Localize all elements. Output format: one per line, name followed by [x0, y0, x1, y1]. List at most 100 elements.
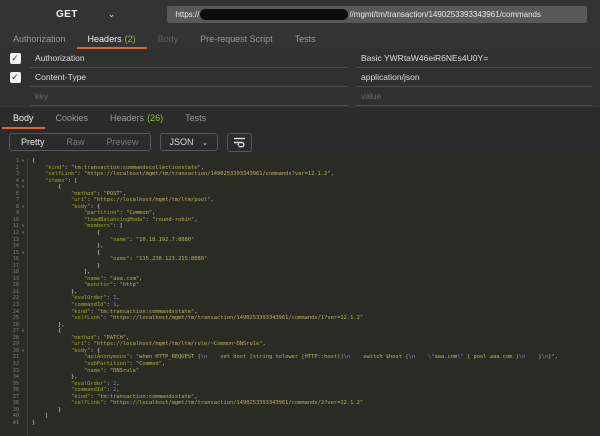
tab-count-badge: (26): [147, 113, 163, 123]
token-key: "kind": [71, 309, 90, 315]
token-string: "https://localhost/mgmt/tm/ltm/rule/~Com…: [94, 341, 263, 347]
response-tab-body[interactable]: Body: [2, 107, 45, 129]
token-punct: [32, 191, 71, 197]
response-toolbar: PrettyRawPreview JSON ⌄: [0, 129, 600, 155]
checkbox-cell: ✓: [0, 53, 30, 64]
token-punct: [32, 171, 45, 177]
url-input[interactable]: https:////mgmt/tm/transaction/1490253393…: [167, 6, 587, 23]
token-punct: [32, 197, 71, 203]
token-key: "selfLink": [45, 171, 77, 177]
token-string: aaa.com: [435, 354, 458, 360]
format-select[interactable]: JSON ⌄: [160, 133, 219, 151]
token-string: "https://localhost/mgmt/tm/ltm/pool": [94, 197, 211, 203]
token-string: "tm:transaction:commandsstate": [97, 394, 194, 400]
tab-label: Headers: [110, 113, 144, 123]
token-string: "tm:transaction:commandscollectionstate": [71, 165, 201, 171]
token-string: "https://localhost/mgmt/tm/transaction/1…: [84, 171, 331, 177]
checkbox-checked[interactable]: ✓: [10, 53, 21, 64]
token-punct: ,: [162, 361, 165, 367]
tab-count-badge: (2): [125, 34, 136, 44]
token-string: set host [string tolower [HTTP::host]]: [207, 354, 343, 360]
token-punct: }: [32, 420, 35, 426]
view-mode-pretty[interactable]: Pretty: [10, 134, 56, 150]
view-mode-raw[interactable]: Raw: [56, 134, 96, 150]
token-punct: [32, 204, 71, 210]
token-key: "body": [71, 204, 90, 210]
token-key: "name": [110, 256, 129, 262]
tab-label: Authorization: [13, 34, 66, 44]
token-string: "https://localhost/mgmt/tm/transaction/1…: [110, 400, 363, 406]
token-key: "selfLink": [71, 315, 103, 321]
token-key: "method": [71, 335, 97, 341]
response-tabs: BodyCookiesHeaders(26)Tests: [0, 106, 600, 129]
token-punct: ,: [555, 354, 558, 360]
token-punct: ,: [123, 191, 126, 197]
url-path: //mgmt/tm/transaction/1490253393343961/c…: [349, 10, 541, 19]
response-tab-cookies[interactable]: Cookies: [45, 107, 100, 129]
token-punct: ,: [194, 309, 197, 315]
token-key: "evalOrder": [71, 381, 107, 387]
tab-label: Body: [13, 113, 34, 123]
token-key: "uri": [71, 341, 87, 347]
token-key: "evalOrder": [71, 295, 107, 301]
token-key: "members": [84, 223, 113, 229]
format-label: JSON: [170, 137, 194, 147]
token-punct: ,: [211, 197, 214, 203]
token-punct: ]: [32, 413, 48, 419]
request-tab-headers[interactable]: Headers(2): [77, 28, 147, 49]
token-string: "DNSrule": [110, 368, 139, 374]
token-punct: ,: [116, 381, 119, 387]
token-punct: {: [32, 230, 100, 236]
token-punct: },: [32, 322, 64, 328]
token-string: "POST": [103, 191, 122, 197]
token-punct: ,: [201, 165, 204, 171]
wrap-lines-icon: [233, 136, 246, 148]
token-punct: }: [32, 263, 100, 269]
token-punct: }: [32, 407, 61, 413]
header-key-field[interactable]: key: [30, 87, 348, 106]
request-tab-authorization[interactable]: Authorization: [2, 28, 77, 49]
token-string: { pool aaa.com }: [464, 354, 519, 360]
token-string: "tm:transaction:commandsstate": [97, 309, 194, 315]
header-key-field[interactable]: Authorization: [30, 49, 348, 68]
token-punct: [32, 282, 84, 288]
tab-label: Tests: [295, 34, 316, 44]
token-string: "http": [120, 282, 139, 288]
response-tab-tests[interactable]: Tests: [174, 107, 217, 129]
token-string: "Common": [126, 210, 152, 216]
request-bar: GET ⌄ https:////mgmt/tm/transaction/1490…: [0, 0, 600, 28]
token-punct: : [: [113, 223, 123, 229]
token-punct: {: [32, 158, 35, 164]
header-value-field[interactable]: value: [356, 87, 592, 106]
token-punct: [32, 237, 110, 243]
checkbox-checked[interactable]: ✓: [10, 72, 21, 83]
token-key: "name": [84, 368, 103, 374]
token-string: "Common": [136, 361, 162, 367]
header-value-field[interactable]: application/json: [356, 68, 592, 87]
header-value-field[interactable]: Basic YWRtaW46eiR6NEs4U0Y=: [356, 49, 592, 68]
token-punct: [32, 348, 71, 354]
method-select[interactable]: GET ⌄: [56, 9, 115, 20]
token-punct: [32, 381, 71, 387]
token-key: "monitor": [84, 282, 113, 288]
chevron-down-icon: ⌄: [108, 9, 116, 20]
token-punct: ,: [262, 341, 265, 347]
request-tabs: Authorization Headers(2)BodyPre-request S…: [0, 28, 600, 49]
token-punct: [32, 309, 71, 315]
view-mode-preview[interactable]: Preview: [96, 134, 150, 150]
request-tab-tests[interactable]: Tests: [284, 28, 327, 49]
wrap-lines-button[interactable]: [227, 133, 252, 152]
token-punct: ,: [152, 210, 155, 216]
header-key-field[interactable]: Content-Type: [30, 68, 348, 87]
token-punct: ,: [194, 217, 197, 223]
token-key: "uri": [71, 197, 87, 203]
token-string: switch $host {: [350, 354, 408, 360]
token-punct: [32, 335, 71, 341]
token-punct: [32, 165, 45, 171]
token-key: "commandId": [71, 302, 107, 308]
request-tab-body[interactable]: Body: [147, 28, 190, 49]
request-tab-pre-request-script[interactable]: Pre-request Script: [189, 28, 284, 49]
token-string: "https://localhost/mgmt/tm/transaction/1…: [110, 315, 363, 321]
token-punct: ,: [139, 276, 142, 282]
response-tab-headers[interactable]: Headers(26): [99, 107, 174, 129]
